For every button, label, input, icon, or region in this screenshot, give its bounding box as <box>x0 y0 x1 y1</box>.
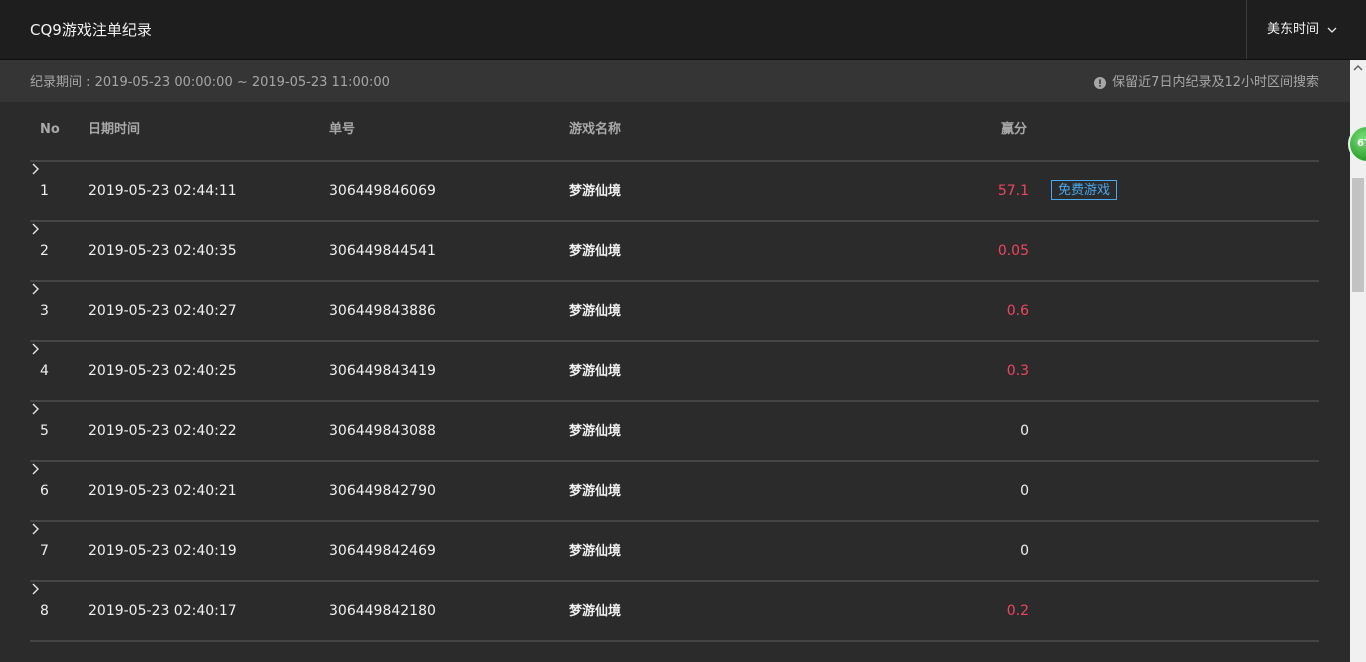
row-win: 0 <box>1020 423 1029 439</box>
header-divider <box>1246 0 1247 59</box>
header-bar: CQ9游戏注单纪录 美东时间 <box>0 0 1366 60</box>
row-no: 1 <box>40 183 49 199</box>
row-win: 57.1 <box>997 183 1029 199</box>
row-game-name: 梦游仙境 <box>569 424 622 439</box>
row-no: 7 <box>40 543 49 559</box>
col-header-game: 游戏名称 <box>569 122 622 137</box>
row-win: 0.2 <box>1006 603 1029 619</box>
row-win: 0 <box>1020 543 1029 559</box>
chevron-right-icon[interactable] <box>30 222 40 236</box>
retention-note-text: 保留近7日内纪录及12小时区间搜索 <box>1112 75 1319 90</box>
table-row[interactable]: 5 2019-05-23 02:40:22 306449843088 梦游仙境 0 <box>30 402 1319 462</box>
timezone-dropdown[interactable]: 美东时间 <box>1267 20 1337 40</box>
free-game-badge: 免费游戏 <box>1051 180 1118 200</box>
col-header-win: 赢分 <box>1001 122 1028 137</box>
row-game-name: 梦游仙境 <box>569 484 622 499</box>
row-no: 5 <box>40 423 49 439</box>
chevron-right-icon[interactable] <box>30 402 40 416</box>
row-date: 2019-05-23 02:44:11 <box>88 183 237 199</box>
row-no: 8 <box>40 603 49 619</box>
row-win: 0 <box>1020 483 1029 499</box>
row-game-name: 梦游仙境 <box>569 544 622 559</box>
retention-note: 保留近7日内纪录及12小时区间搜索 <box>1094 75 1319 91</box>
table-row[interactable]: 8 2019-05-23 02:40:17 306449842180 梦游仙境 0.2 <box>30 582 1319 642</box>
row-date: 2019-05-23 02:40:22 <box>88 423 237 439</box>
col-header-order: 单号 <box>329 122 356 137</box>
table-header: No 日期时间 单号 游戏名称 赢分 <box>30 102 1319 162</box>
chevron-right-icon[interactable] <box>30 282 40 296</box>
row-win: 0.3 <box>1006 363 1029 379</box>
row-order-id: 306449842469 <box>329 543 436 559</box>
row-game-name: 梦游仙境 <box>569 244 622 259</box>
row-game-name: 梦游仙境 <box>569 184 622 199</box>
col-header-no: No <box>40 122 60 137</box>
row-order-id: 306449846069 <box>329 183 436 199</box>
col-header-date: 日期时间 <box>88 122 141 137</box>
scroll-up-icon[interactable] <box>1350 60 1366 76</box>
chevron-down-icon <box>1327 27 1337 33</box>
row-game-name: 梦游仙境 <box>569 304 622 319</box>
bet-record-table: No 日期时间 单号 游戏名称 赢分 1 2019-05-23 02:44:11 3… <box>30 102 1319 642</box>
info-icon <box>1094 77 1107 89</box>
row-no: 4 <box>40 363 49 379</box>
table-row[interactable]: 6 2019-05-23 02:40:21 306449842790 梦游仙境 0 <box>30 462 1319 522</box>
table-row[interactable]: 1 2019-05-23 02:44:11 306449846069 梦游仙境 57.1… <box>30 162 1319 222</box>
row-order-id: 306449842790 <box>329 483 436 499</box>
table-row[interactable]: 7 2019-05-23 02:40:19 306449842469 梦游仙境 0 <box>30 522 1319 582</box>
row-date: 2019-05-23 02:40:19 <box>88 543 237 559</box>
row-no: 3 <box>40 303 49 319</box>
record-info-bar: 纪录期间 : 2019-05-23 00:00:00 ~ 2019-05-23 … <box>0 60 1350 102</box>
page-title: CQ9游戏注单纪录 <box>30 21 152 39</box>
row-date: 2019-05-23 02:40:25 <box>88 363 237 379</box>
row-game-name: 梦游仙境 <box>569 364 622 379</box>
row-date: 2019-05-23 02:40:35 <box>88 243 237 259</box>
timezone-label: 美东时间 <box>1267 22 1320 37</box>
app-root: CQ9游戏注单纪录 美东时间 纪录期间 : 2019-05-23 00:00:0… <box>0 0 1366 662</box>
row-order-id: 306449843419 <box>329 363 436 379</box>
row-date: 2019-05-23 02:40:17 <box>88 603 237 619</box>
row-game-name: 梦游仙境 <box>569 604 622 619</box>
chevron-right-icon[interactable] <box>30 582 40 596</box>
row-win: 0.6 <box>1006 303 1029 319</box>
chevron-right-icon[interactable] <box>30 342 40 356</box>
row-order-id: 306449844541 <box>329 243 436 259</box>
row-date: 2019-05-23 02:40:27 <box>88 303 237 319</box>
table-row[interactable]: 3 2019-05-23 02:40:27 306449843886 梦游仙境 0.6 <box>30 282 1319 342</box>
row-win: 0.05 <box>997 243 1029 259</box>
record-period: 纪录期间 : 2019-05-23 00:00:00 ~ 2019-05-23 … <box>30 75 390 90</box>
row-order-id: 306449842180 <box>329 603 436 619</box>
row-date: 2019-05-23 02:40:21 <box>88 483 237 499</box>
chevron-right-icon[interactable] <box>30 522 40 536</box>
table-row[interactable]: 2 2019-05-23 02:40:35 306449844541 梦游仙境 0.05 <box>30 222 1319 282</box>
row-order-id: 306449843088 <box>329 423 436 439</box>
chevron-right-icon[interactable] <box>30 462 40 476</box>
row-no: 6 <box>40 483 49 499</box>
table-row[interactable]: 4 2019-05-23 02:40:25 306449843419 梦游仙境 0.3 <box>30 342 1319 402</box>
row-order-id: 306449843886 <box>329 303 436 319</box>
scrollbar-thumb[interactable] <box>1352 178 1364 292</box>
chevron-right-icon[interactable] <box>30 162 40 176</box>
table-body: 1 2019-05-23 02:44:11 306449846069 梦游仙境 57.1… <box>30 162 1319 642</box>
row-no: 2 <box>40 243 49 259</box>
